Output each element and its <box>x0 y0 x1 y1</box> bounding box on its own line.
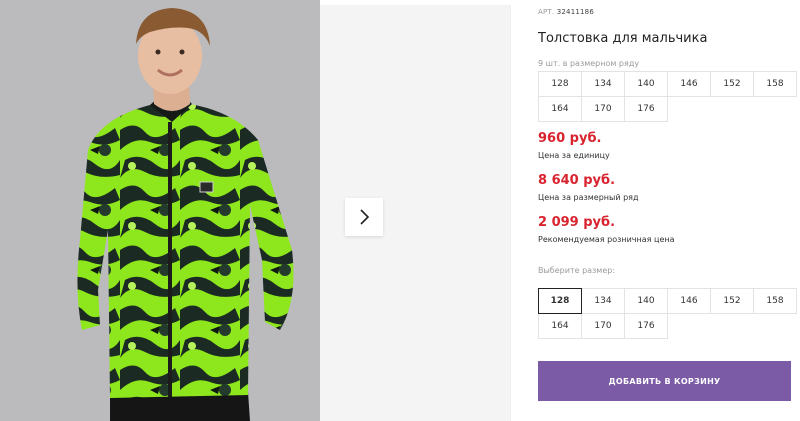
size-option-128[interactable]: 128 <box>538 288 582 314</box>
size-row-price: 8 640 руб. <box>538 173 616 188</box>
boy-in-fleece-jacket-image <box>0 0 320 421</box>
size-picker: 128 134 140 146 152 158 164 170 176 <box>538 288 797 339</box>
article-number: АРТ. 32411186 <box>538 8 594 16</box>
size-row-cell: 158 <box>753 71 797 97</box>
product-info: АРТ. 32411186 Толстовка для мальчика 9 ш… <box>538 0 797 421</box>
size-row-cell: 170 <box>581 96 625 122</box>
size-option-140[interactable]: 140 <box>624 288 668 314</box>
chevron-right-icon <box>360 209 370 225</box>
article-label: АРТ. <box>538 8 555 16</box>
size-option-146[interactable]: 146 <box>667 288 711 314</box>
size-row-cell: 152 <box>710 71 754 97</box>
size-option-176[interactable]: 176 <box>624 313 668 339</box>
unit-price-label: Цена за единицу <box>538 151 610 160</box>
size-row-count: 9 шт. в размерном ряду <box>538 59 640 68</box>
size-row-cell: 140 <box>624 71 668 97</box>
size-row-cell: 134 <box>581 71 625 97</box>
article-value: 32411186 <box>556 8 594 16</box>
next-image-button[interactable] <box>345 198 383 236</box>
unit-price: 960 руб. <box>538 131 602 146</box>
product-photo[interactable] <box>0 0 320 421</box>
choose-size-label: Выберите размер: <box>538 266 616 275</box>
size-option-170[interactable]: 170 <box>581 313 625 339</box>
size-row-cell: 128 <box>538 71 582 97</box>
size-row-cell: 176 <box>624 96 668 122</box>
add-to-cart-button[interactable]: ДОБАВИТЬ В КОРЗИНУ <box>538 361 791 401</box>
size-row-cell: 164 <box>538 96 582 122</box>
size-row-price-label: Цена за размерный ряд <box>538 193 639 202</box>
size-option-164[interactable]: 164 <box>538 313 582 339</box>
size-row-cell: 146 <box>667 71 711 97</box>
size-row-grid: 128 134 140 146 152 158 164 170 176 <box>538 71 797 122</box>
size-option-152[interactable]: 152 <box>710 288 754 314</box>
size-option-134[interactable]: 134 <box>581 288 625 314</box>
retail-price: 2 099 руб. <box>538 215 616 230</box>
product-gallery <box>0 0 511 421</box>
size-option-158[interactable]: 158 <box>753 288 797 314</box>
retail-price-label: Рекомендуемая розничная цена <box>538 235 675 244</box>
product-title: Толстовка для мальчика <box>538 31 708 46</box>
